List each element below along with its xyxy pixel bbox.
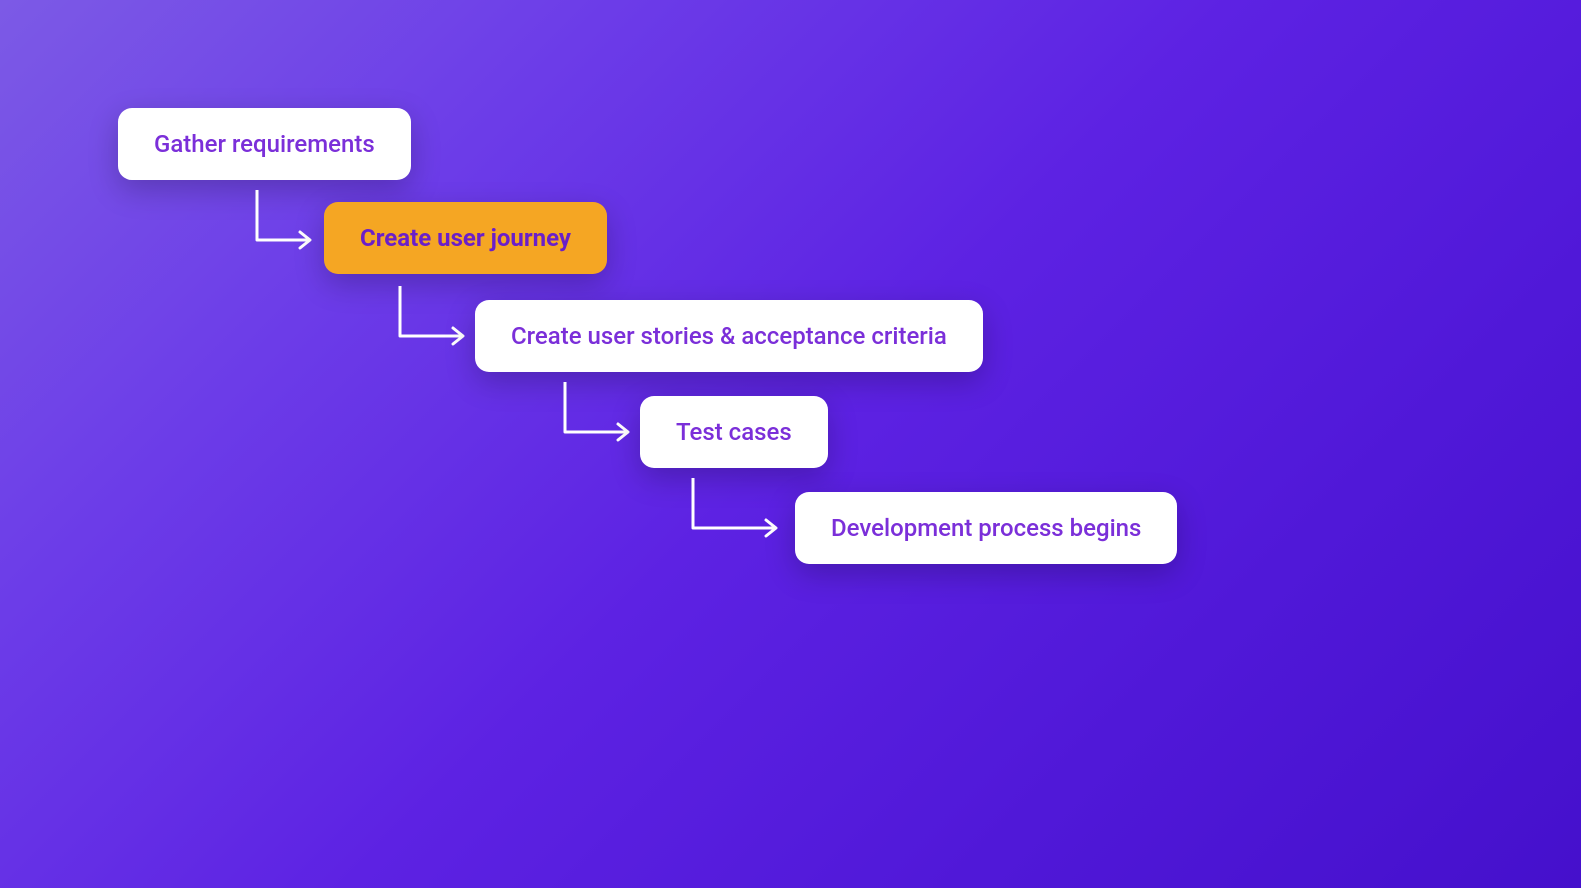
step-label: Test cases: [676, 418, 792, 446]
step-label: Create user stories & acceptance criteri…: [511, 322, 947, 350]
step-create-user-stories: Create user stories & acceptance criteri…: [475, 300, 983, 372]
step-label: Development process begins: [831, 514, 1141, 542]
step-label: Create user journey: [360, 224, 571, 252]
step-gather-requirements: Gather requirements: [118, 108, 411, 180]
connector-arrow-icon: [560, 382, 640, 466]
step-create-user-journey: Create user journey: [324, 202, 607, 274]
step-test-cases: Test cases: [640, 396, 828, 468]
step-development-begins: Development process begins: [795, 492, 1177, 564]
connector-arrow-icon: [395, 286, 475, 370]
connector-arrow-icon: [688, 478, 788, 562]
step-label: Gather requirements: [154, 130, 375, 158]
connector-arrow-icon: [252, 190, 322, 274]
